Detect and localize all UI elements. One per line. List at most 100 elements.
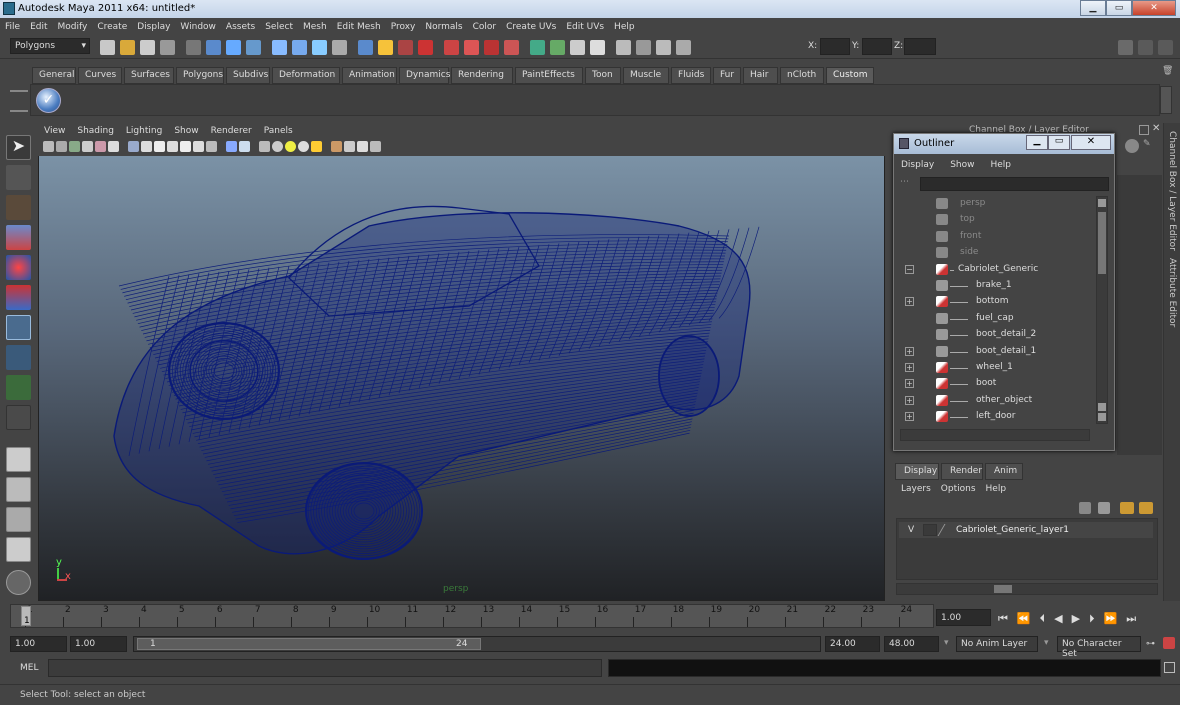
viewport-toolbar-icon[interactable] xyxy=(180,141,191,152)
layer-row[interactable]: V Cabriolet_Generic_layer1 xyxy=(899,522,1153,538)
range-thumb[interactable]: 1 24 xyxy=(137,638,481,650)
viewport-toolbar-icon[interactable] xyxy=(357,141,368,152)
outliner-maximize-button[interactable]: ▭ xyxy=(1048,135,1070,150)
anim-start-field[interactable]: 1.00 xyxy=(10,636,67,652)
viewport-toolbar-icon[interactable] xyxy=(226,141,237,152)
viewport-toolbar-icon[interactable] xyxy=(311,141,322,152)
outliner-item-top[interactable]: top xyxy=(896,212,1096,228)
status-tool-icon[interactable] xyxy=(312,40,327,55)
paint-select-tool-icon[interactable] xyxy=(6,195,31,220)
shelf-tab-surfaces[interactable]: Surfaces xyxy=(124,67,174,84)
status-tool-icon[interactable] xyxy=(676,40,691,55)
status-tool-icon[interactable] xyxy=(292,40,307,55)
status-tool-icon[interactable] xyxy=(378,40,393,55)
outliner-item-brake-1[interactable]: brake_1 xyxy=(896,278,1096,294)
shelf-tab-curves[interactable]: Curves xyxy=(78,67,122,84)
outliner-item-side[interactable]: side xyxy=(896,245,1096,261)
viewport-canvas[interactable]: persp y x xyxy=(39,156,884,600)
menu-file[interactable]: File xyxy=(0,22,25,32)
anim-end-field[interactable]: 48.00 xyxy=(884,636,939,652)
step-back-key-icon[interactable]: ⏪ xyxy=(1017,612,1031,626)
move-down-layer-icon[interactable] xyxy=(1139,502,1153,514)
viewport-toolbar-icon[interactable] xyxy=(259,141,270,152)
outliner-item-boot-detail-1[interactable]: + boot_detail_1 xyxy=(896,344,1096,360)
viewport-menu-renderer[interactable]: Renderer xyxy=(205,126,258,136)
status-tool-icon[interactable] xyxy=(186,40,201,55)
menu-modify[interactable]: Modify xyxy=(53,22,93,32)
rotate-tool-icon[interactable] xyxy=(6,255,31,280)
menu-edit[interactable]: Edit xyxy=(25,22,52,32)
panel-close-icon[interactable]: ✕ xyxy=(1152,123,1160,134)
outliner-search-input[interactable] xyxy=(920,177,1109,191)
shelf-tab-muscle[interactable]: Muscle xyxy=(623,67,669,84)
shelf-tab-fur[interactable]: Fur xyxy=(713,67,741,84)
outliner-item-wheel-1[interactable]: + wheel_1 xyxy=(896,360,1096,376)
y-input[interactable] xyxy=(862,38,892,55)
layer-name[interactable]: Cabriolet_Generic_layer1 xyxy=(956,525,1069,535)
viewport-toolbar-icon[interactable] xyxy=(272,141,283,152)
status-tool-icon[interactable] xyxy=(398,40,413,55)
status-tool-icon[interactable] xyxy=(444,40,459,55)
viewport-toolbar-icon[interactable] xyxy=(95,141,106,152)
play-backwards-icon[interactable]: ◀ xyxy=(1054,612,1062,626)
shelf-menu-handle[interactable] xyxy=(10,90,28,112)
side-tab-attribute-editor[interactable]: Attribute Editor xyxy=(1167,258,1177,327)
hypershade-layout-icon[interactable] xyxy=(6,570,31,595)
script-editor-icon[interactable] xyxy=(1164,662,1175,673)
anim-layer-dropdown[interactable]: No Anim Layer xyxy=(956,636,1038,652)
layer-visibility-toggle[interactable]: V xyxy=(908,525,914,535)
outliner-item-left-door[interactable]: + left_door xyxy=(896,409,1096,425)
move-tool-icon[interactable] xyxy=(6,225,31,250)
step-back-frame-icon[interactable]: ⏴ xyxy=(1040,612,1046,626)
minimize-button[interactable]: ▁ xyxy=(1080,0,1106,16)
viewport-toolbar-icon[interactable] xyxy=(239,141,250,152)
new-layer-icon[interactable] xyxy=(1079,502,1091,514)
shelf-tab-ncloth[interactable]: nCloth xyxy=(780,67,824,84)
viewport-toolbar-icon[interactable] xyxy=(43,141,54,152)
status-tool-icon[interactable] xyxy=(358,40,373,55)
menu-assets[interactable]: Assets xyxy=(221,22,260,32)
viewport-toolbar-icon[interactable] xyxy=(128,141,139,152)
outliner-menu-help[interactable]: Help xyxy=(987,160,1014,170)
status-tool-icon[interactable] xyxy=(464,40,479,55)
expand-icon[interactable]: + xyxy=(905,412,914,422)
range-track[interactable]: 1 24 xyxy=(133,636,821,652)
expand-icon[interactable]: + xyxy=(905,346,914,356)
menu-normals[interactable]: Normals xyxy=(420,22,467,32)
menu-select[interactable]: Select xyxy=(260,22,298,32)
status-tool-icon[interactable] xyxy=(272,40,287,55)
collapse-icon[interactable]: − xyxy=(905,264,914,274)
shelf-tab-dynamics[interactable]: Dynamics xyxy=(399,67,450,84)
status-tool-icon[interactable] xyxy=(616,40,631,55)
viewport-menu-show[interactable]: Show xyxy=(168,126,204,136)
layer-scroll-thumb[interactable] xyxy=(994,585,1012,593)
soft-mod-tool-icon[interactable] xyxy=(6,345,31,370)
lasso-tool-icon[interactable] xyxy=(6,165,31,190)
viewport-toolbar-icon[interactable] xyxy=(167,141,178,152)
viewport-toolbar-icon[interactable] xyxy=(344,141,355,152)
viewport-toolbar-icon[interactable] xyxy=(331,141,342,152)
step-forward-key-icon[interactable]: ⏩ xyxy=(1104,612,1118,626)
status-tool-icon[interactable] xyxy=(656,40,671,55)
viewport-toolbar-icon[interactable] xyxy=(82,141,93,152)
shelf-tab-subdivs[interactable]: Subdivs xyxy=(226,67,270,84)
current-time-field[interactable]: 1.00 xyxy=(936,609,991,626)
playback-end-field[interactable]: 24.00 xyxy=(825,636,880,652)
outliner-minimize-button[interactable]: ▁ xyxy=(1026,135,1048,150)
viewport-toolbar-icon[interactable] xyxy=(141,141,152,152)
viewport-menu-shading[interactable]: Shading xyxy=(71,126,120,136)
menuset-dropdown[interactable]: Polygons ▾ xyxy=(10,38,90,54)
status-tool-icon[interactable] xyxy=(332,40,347,55)
command-language-label[interactable]: MEL xyxy=(20,663,38,673)
status-tool-icon[interactable] xyxy=(504,40,519,55)
menu-help[interactable]: Help xyxy=(609,22,640,32)
layer-menu-help[interactable]: Help xyxy=(986,484,1007,494)
preferences-icon[interactable] xyxy=(1163,637,1175,649)
status-tool-icon[interactable] xyxy=(100,40,115,55)
viewport-menu-panels[interactable]: Panels xyxy=(258,126,299,136)
shelf-tab-custom[interactable]: Custom xyxy=(826,67,874,84)
close-button[interactable]: ✕ xyxy=(1132,0,1176,16)
trash-icon[interactable]: 🗑 xyxy=(1162,66,1174,78)
status-tool-icon[interactable] xyxy=(636,40,651,55)
select-tool-icon[interactable]: ➤ xyxy=(6,135,31,160)
